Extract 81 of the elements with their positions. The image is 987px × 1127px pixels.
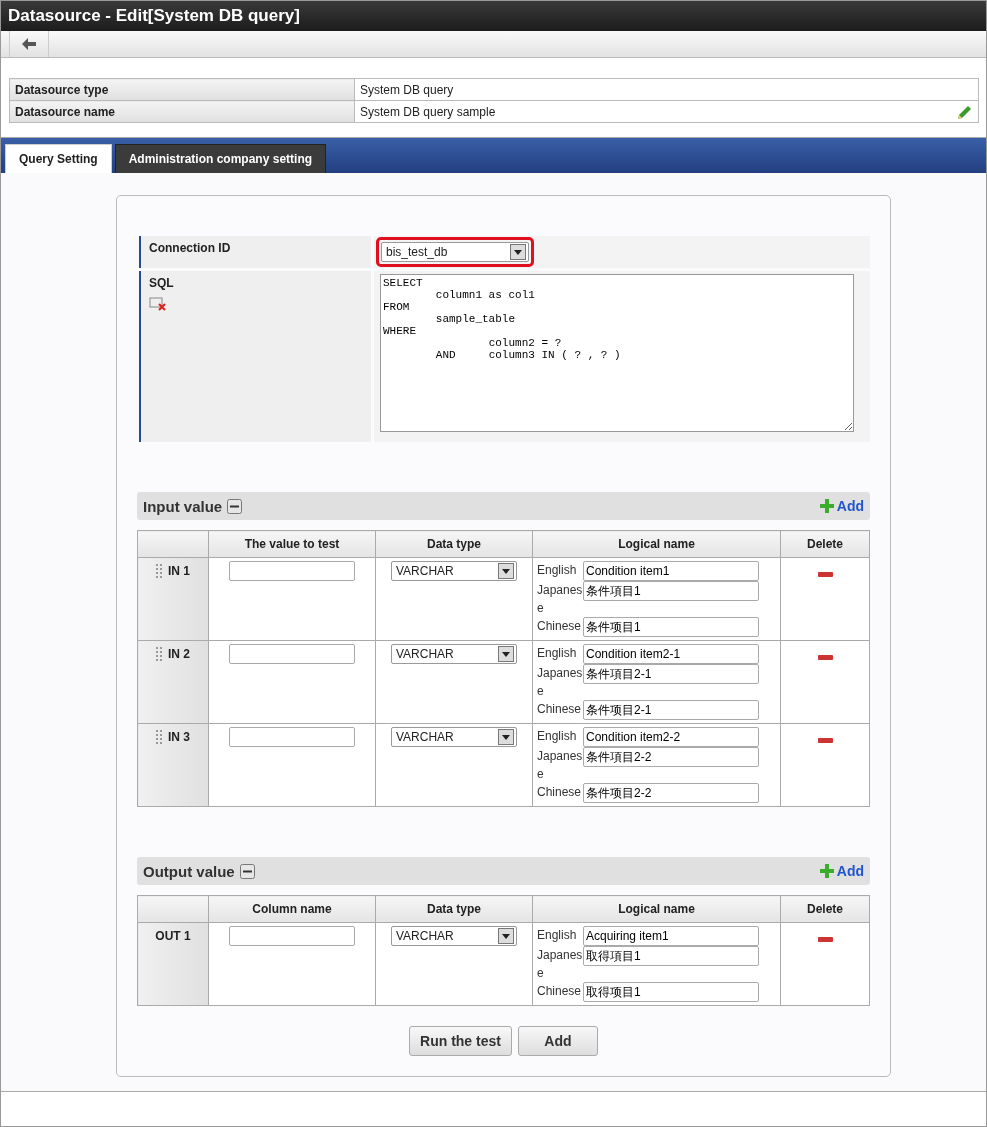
field-value: System DB query sample xyxy=(360,104,496,119)
row-id: OUT 1 xyxy=(155,929,191,943)
connection-select[interactable]: bis_test_db xyxy=(381,242,529,262)
language-label: Japanese xyxy=(537,748,583,783)
drag-handle-icon[interactable] xyxy=(156,564,162,578)
input-field[interactable]: 条件項目2-2 xyxy=(583,747,759,767)
column-header: Data type xyxy=(375,530,533,558)
input-field[interactable]: 条件项目2-1 xyxy=(583,700,759,720)
language-label: Japanese xyxy=(537,947,583,982)
column-header: Column name xyxy=(208,895,376,923)
type-select[interactable]: VARCHAR xyxy=(391,644,517,664)
language-label: English xyxy=(537,562,578,579)
input-field[interactable]: 取得項目1 xyxy=(583,946,759,966)
sql-editor[interactable]: SELECT column1 as col1 FROM sample_table WHERE column2 = ? AND column3 IN ( ? , ? ) xyxy=(380,274,854,432)
field-value: System DB query xyxy=(360,82,454,97)
language-label: Japanese xyxy=(537,665,583,700)
tab[interactable]: Administration company setting xyxy=(114,144,327,173)
tab[interactable]: Query Setting xyxy=(5,144,112,173)
clear-icon[interactable] xyxy=(149,296,167,312)
input-field[interactable] xyxy=(229,644,355,664)
column-header: The value to test xyxy=(208,530,376,558)
column-header: Data type xyxy=(375,895,533,923)
back-button[interactable] xyxy=(9,31,49,57)
remove-icon[interactable] xyxy=(817,937,833,942)
drag-handle-icon[interactable] xyxy=(156,730,162,744)
remove-icon[interactable] xyxy=(817,738,833,743)
caret-icon xyxy=(502,651,510,657)
input-field[interactable]: 条件項目2-1 xyxy=(583,664,759,684)
action-button[interactable]: Run the test xyxy=(409,1026,512,1056)
action-button[interactable]: Add xyxy=(517,1026,598,1056)
window-title: Datasource - Edit[System DB query] xyxy=(8,6,300,26)
language-label: Chinese xyxy=(537,701,583,718)
pencil-icon[interactable] xyxy=(957,103,973,120)
add-link[interactable]: Add xyxy=(819,498,864,514)
plus-icon xyxy=(819,499,834,513)
drag-handle-icon[interactable] xyxy=(156,647,162,661)
input-field[interactable]: Condition item1 xyxy=(583,561,759,581)
language-label: Chinese xyxy=(537,618,583,635)
input-field[interactable] xyxy=(229,926,355,946)
field-label: Datasource name xyxy=(15,104,116,119)
language-label: English xyxy=(537,728,578,745)
field-label: SQL xyxy=(149,276,175,290)
language-label: Chinese xyxy=(537,983,583,1000)
type-select[interactable]: VARCHAR xyxy=(391,926,517,946)
input-field[interactable]: Condition item2-1 xyxy=(583,644,759,664)
input-field[interactable]: 条件项目1 xyxy=(583,617,759,637)
column-header: Delete xyxy=(780,530,870,558)
language-label: English xyxy=(537,645,578,662)
input-field[interactable]: Acquiring item1 xyxy=(583,926,759,946)
collapse-icon[interactable] xyxy=(227,498,243,514)
column-header: Delete xyxy=(780,895,870,923)
plus-icon xyxy=(819,864,834,878)
caret-icon xyxy=(502,568,510,574)
remove-icon[interactable] xyxy=(817,655,833,660)
add-link[interactable]: Add xyxy=(819,863,864,879)
column-header: Logical name xyxy=(532,530,781,558)
type-select[interactable]: VARCHAR xyxy=(391,561,517,581)
input-field[interactable]: Condition item2-2 xyxy=(583,727,759,747)
row-id: IN 3 xyxy=(168,730,190,744)
column-header: Logical name xyxy=(532,895,781,923)
back-arrow-icon xyxy=(22,38,36,50)
caret-icon xyxy=(514,249,522,255)
language-label: Chinese xyxy=(537,784,583,801)
type-select[interactable]: VARCHAR xyxy=(391,727,517,747)
collapse-icon[interactable] xyxy=(239,863,255,879)
language-label: English xyxy=(537,927,578,944)
input-field[interactable] xyxy=(229,561,355,581)
input-field[interactable]: 条件項目1 xyxy=(583,581,759,601)
language-label: Japanese xyxy=(537,582,583,617)
caret-icon xyxy=(502,933,510,939)
section-title: Input value xyxy=(143,497,223,515)
caret-icon xyxy=(502,734,510,740)
field-label: Connection ID xyxy=(149,241,231,255)
field-label: Datasource type xyxy=(15,82,109,97)
section-title: Output value xyxy=(143,862,235,880)
row-id: IN 1 xyxy=(168,564,190,578)
input-field[interactable] xyxy=(229,727,355,747)
row-id: IN 2 xyxy=(168,647,190,661)
input-field[interactable]: 取得项目1 xyxy=(583,982,759,1002)
input-field[interactable]: 条件项目2-2 xyxy=(583,783,759,803)
remove-icon[interactable] xyxy=(817,572,833,577)
